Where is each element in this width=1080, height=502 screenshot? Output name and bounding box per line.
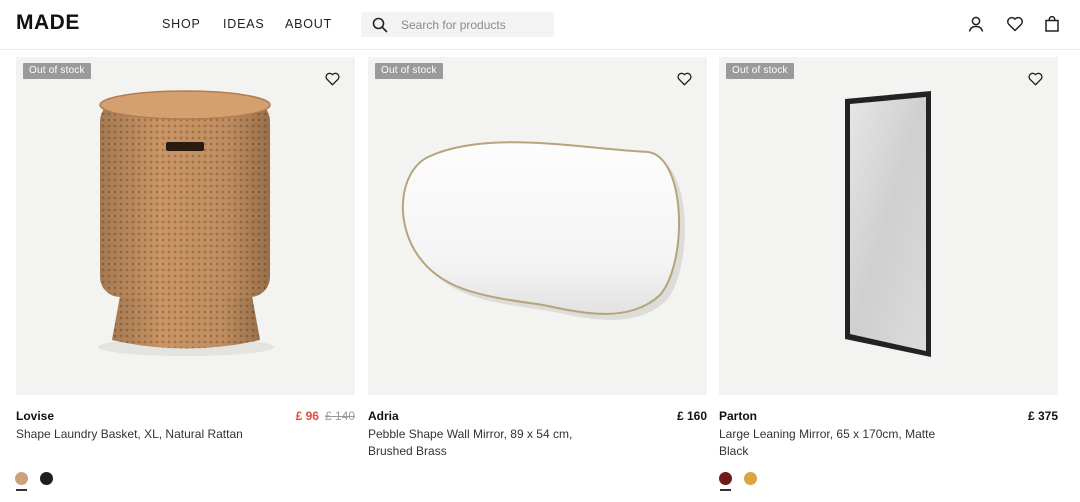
colour-swatches-lovise — [15, 472, 53, 491]
bag-icon[interactable] — [1043, 15, 1061, 33]
product-description: Large Leaning Mirror, 65 x 170cm, Matte … — [719, 427, 936, 458]
heart-icon[interactable] — [324, 71, 341, 87]
search-bar[interactable] — [361, 12, 554, 37]
nav-shop[interactable]: SHOP — [162, 17, 201, 31]
wishlist-heart-icon[interactable] — [1006, 15, 1024, 33]
out-of-stock-badge: Out of stock — [726, 63, 794, 79]
product-description: Pebble Shape Wall Mirror, 89 x 54 cm, Br… — [368, 427, 573, 458]
account-icon[interactable] — [967, 15, 985, 33]
heart-icon[interactable] — [1027, 71, 1044, 87]
colour-swatch-natural[interactable] — [15, 472, 28, 491]
colour-swatch-dark-red[interactable] — [719, 472, 732, 491]
product-price: £ 160 — [676, 409, 707, 423]
sale-price: £ 96 — [295, 409, 319, 423]
product-name[interactable]: Adria — [368, 409, 399, 423]
product-description: Shape Laundry Basket, XL, Natural Rattan — [16, 427, 243, 441]
leaning-mirror-image — [845, 91, 931, 357]
product-image[interactable]: Out of stock — [368, 57, 707, 395]
colour-swatch-mustard[interactable] — [744, 472, 757, 485]
product-price: £ 375 — [1027, 409, 1058, 423]
heart-icon[interactable] — [676, 71, 693, 87]
product-price: £ 96 £ 140 — [296, 409, 355, 423]
colour-swatch-black[interactable] — [40, 472, 53, 485]
product-card-adria[interactable]: Out of stock Adria £ 160 Pebble Shape Wa… — [368, 57, 707, 460]
out-of-stock-badge: Out of stock — [23, 63, 91, 79]
site-header: MADE SHOP IDEAS ABOUT — [0, 0, 1080, 50]
nav-about[interactable]: ABOUT — [285, 17, 332, 31]
product-image[interactable]: Out of stock — [16, 57, 355, 395]
brand-logo[interactable]: MADE — [16, 11, 80, 35]
product-name[interactable]: Parton — [719, 409, 757, 423]
out-of-stock-badge: Out of stock — [375, 63, 443, 79]
colour-swatches-parton — [719, 472, 757, 491]
product-image[interactable]: Out of stock — [719, 57, 1058, 395]
search-input[interactable] — [401, 17, 551, 32]
product-card-parton[interactable]: Out of stock Parton £ 375 Large Leaning … — [719, 57, 1058, 460]
wall-mirror-image — [402, 141, 686, 320]
original-price: £ 140 — [324, 409, 355, 423]
product-name[interactable]: Lovise — [16, 409, 54, 423]
laundry-basket-image — [98, 90, 274, 356]
nav-ideas[interactable]: IDEAS — [223, 17, 265, 31]
search-icon — [372, 17, 388, 33]
product-card-lovise[interactable]: Out of stock Lovise £ 96 £ 140 Shape Laun… — [16, 57, 355, 443]
